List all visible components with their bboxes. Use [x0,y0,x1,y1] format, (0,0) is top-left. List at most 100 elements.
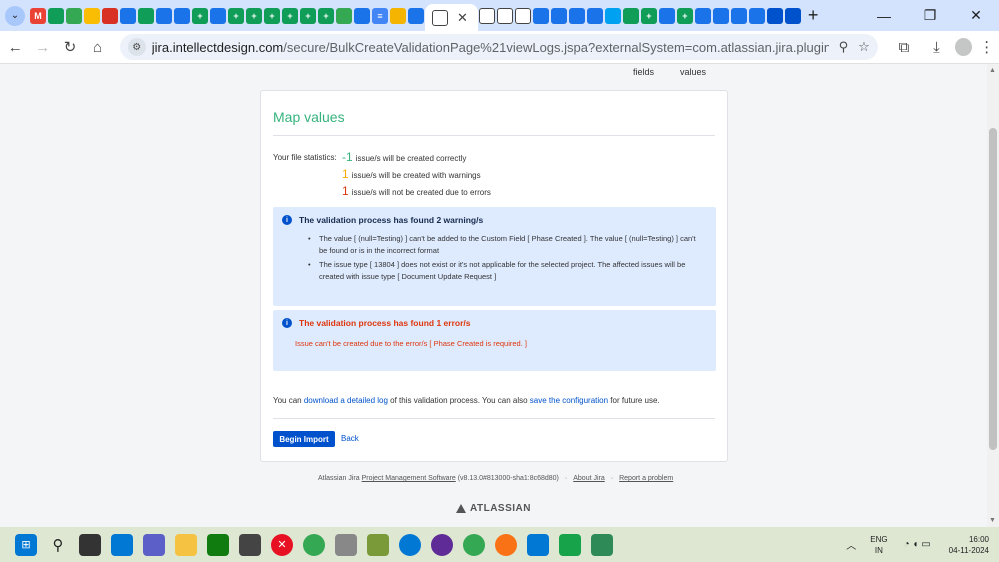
page-scrollbar[interactable]: ▲ ▼ [987,64,999,527]
task-view-icon[interactable] [79,533,101,556]
app-icon[interactable] [367,533,389,556]
tab-icon[interactable] [604,7,621,24]
site-info-icon[interactable]: ⚙ [127,38,146,56]
tab-icon[interactable] [568,7,585,24]
app-icon[interactable] [335,533,357,556]
save-configuration-link[interactable]: save the configuration [530,396,608,405]
sheets-tab-icon[interactable]: + [246,7,262,24]
reload-icon[interactable]: ↻ [58,34,82,60]
network-volume-battery-icon[interactable]: ◔ ◖ ▭ [904,539,931,550]
browser-menu-icon[interactable]: ⋮ [975,34,999,60]
tab-icon[interactable] [532,7,549,24]
tab-icon[interactable] [622,7,639,24]
language-region: IN [874,545,883,555]
sheets-tab-icon[interactable]: + [300,7,316,24]
forward-arrow-icon[interactable]: → [30,34,54,60]
home-icon[interactable]: ⌂ [85,34,109,60]
app-icon[interactable] [239,533,261,556]
gmail-tab-icon[interactable]: M [30,7,46,24]
sheets-tab-icon[interactable]: + [282,7,298,24]
tab-icon[interactable] [658,7,675,24]
clock[interactable]: 16:00 04-11-2024 [949,534,989,556]
warning-header: i The validation process has found 2 war… [282,215,483,225]
tab-icon[interactable] [766,7,783,24]
bookmark-star-icon[interactable]: ☆ [858,39,870,55]
extensions-icon[interactable]: ⧉ [892,34,916,60]
tab-icon[interactable] [694,7,711,24]
url-text[interactable]: jira.intellectdesign.com/secure/BulkCrea… [152,40,829,55]
back-link[interactable]: Back [341,434,359,443]
begin-import-button[interactable]: Begin Import [273,431,335,447]
tab-icon[interactable] [174,7,190,24]
search-icon[interactable]: ⚲ [47,534,69,556]
tab-icon[interactable] [66,7,82,24]
app-icon[interactable] [495,533,517,556]
sheets-tab-icon[interactable]: + [318,7,334,24]
drive-tab-icon[interactable] [84,7,100,24]
tab-icon[interactable] [550,7,567,24]
sheets-tab-icon[interactable]: + [640,7,657,24]
window-close-icon[interactable]: ✕ [953,7,999,24]
scroll-up-icon[interactable]: ▲ [989,67,996,74]
about-jira-link[interactable]: About Jira [573,475,605,482]
scrollbar-thumb[interactable] [989,128,997,450]
footer-separator: · [564,475,568,482]
sheets-tab-icon[interactable]: + [676,7,693,24]
pm-software-link[interactable]: Project Management Software [362,475,456,482]
teams-icon[interactable] [143,533,165,556]
chrome-icon[interactable] [303,533,325,556]
tab-search-icon[interactable]: ⌄ [5,5,25,26]
tab-icon[interactable] [784,7,801,24]
tab-icon[interactable] [390,7,406,24]
tab-icon[interactable] [496,7,513,24]
tab-icon[interactable] [478,7,495,24]
warning-item: The value [ (null=Testing) ] can't be ad… [308,233,706,257]
docs-tab-icon[interactable]: ≡ [372,7,388,24]
notepad-icon[interactable] [527,533,549,556]
stat-correct-count: -1 [342,150,353,164]
tab-icon[interactable] [354,7,370,24]
chrome-icon[interactable] [463,533,485,556]
app-icon[interactable]: ✕ [271,533,293,556]
start-icon[interactable]: ⊞ [15,533,37,556]
tab-icon[interactable] [514,7,531,24]
widgets-icon[interactable] [111,533,133,556]
show-hidden-icons-icon[interactable]: ︿ [846,537,856,552]
download-icon[interactable]: ⤓ [924,34,948,60]
tab-icon[interactable] [712,7,729,24]
chat-icon[interactable] [207,533,229,556]
restore-icon[interactable]: ❐ [907,7,953,24]
tab-icon[interactable] [120,7,136,24]
minimize-icon[interactable]: — [861,8,907,24]
sheets-tab-icon[interactable]: + [264,7,280,24]
file-explorer-icon[interactable] [175,533,197,556]
tab-icon[interactable] [730,7,747,24]
language-indicator[interactable]: ENG IN [870,534,887,556]
edge-icon[interactable] [399,533,421,556]
download-log-link[interactable]: download a detailed log [304,396,388,405]
scroll-down-icon[interactable]: ▼ [989,517,996,524]
new-tab-icon[interactable]: + [808,5,819,26]
sheets-tab-icon[interactable]: + [228,7,244,24]
app-icon[interactable] [431,533,453,556]
back-arrow-icon[interactable]: ← [3,34,27,60]
tab-icon[interactable] [210,7,226,24]
tab-icon[interactable] [102,7,118,24]
report-problem-link[interactable]: Report a problem [619,475,673,482]
tab-icon[interactable] [48,7,64,24]
tab-icon[interactable] [748,7,765,24]
divider [273,418,715,419]
tab-icon[interactable] [586,7,603,24]
sheets-tab-icon[interactable]: + [192,7,208,24]
excel-icon[interactable] [591,533,613,556]
zoom-search-icon[interactable]: ⚲ [839,39,849,55]
app-icon[interactable] [559,533,581,556]
address-bar[interactable]: ⚙ jira.intellectdesign.com/secure/BulkCr… [119,34,878,60]
tab-icon[interactable] [408,7,424,24]
profile-avatar[interactable] [954,38,972,56]
tab-close-icon[interactable]: ✕ [457,10,468,26]
active-tab[interactable]: ✕ [425,4,478,31]
tab-icon[interactable] [336,7,352,24]
tab-icon[interactable] [156,7,172,24]
tab-icon[interactable] [138,7,154,24]
